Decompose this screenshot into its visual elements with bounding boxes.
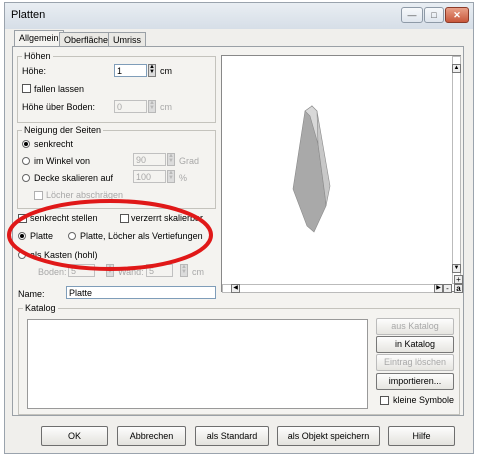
tab-allgemein[interactable]: Allgemein [14, 30, 64, 47]
preview-pane [221, 55, 461, 292]
name-input[interactable]: Platte [66, 286, 216, 299]
importieren-button[interactable]: importieren... [376, 373, 454, 390]
in-katalog-button[interactable]: in Katalog [376, 336, 454, 353]
decke-input[interactable]: 100 [133, 170, 166, 183]
close-button[interactable]: ✕ [445, 7, 469, 23]
hoehe-boden-input[interactable]: 0 [114, 100, 147, 113]
fallen-lassen-checkbox[interactable] [22, 84, 31, 93]
zoom-all-button[interactable]: a [454, 284, 463, 293]
ok-button[interactable]: OK [41, 426, 108, 446]
als-standard-button[interactable]: als Standard [195, 426, 269, 446]
kleine-symbole-label: kleine Symbole [393, 395, 455, 405]
hoehe-unit: cm [160, 66, 172, 76]
tab-umriss[interactable]: Umriss [108, 32, 146, 47]
hoehe-input[interactable]: 1 [114, 64, 147, 77]
hilfe-button[interactable]: Hilfe [388, 426, 455, 446]
fallen-lassen-label: fallen lassen [34, 84, 85, 94]
title-bar: Platten — □ ✕ [5, 3, 473, 29]
eintrag-loeschen-button[interactable]: Eintrag löschen [376, 354, 454, 371]
highlight-circle [7, 199, 213, 271]
senkrecht-radio[interactable] [22, 140, 30, 148]
senkrecht-label: senkrecht [34, 139, 74, 149]
im-winkel-label: im Winkel von [34, 156, 91, 166]
decke-spinner[interactable]: ▲ ▼ [167, 170, 175, 183]
hoehe-boden-label: Höhe über Boden: [22, 102, 96, 112]
tab-oberflaeche[interactable]: Oberfläche [59, 32, 114, 47]
decke-label: Decke skalieren auf [34, 173, 114, 183]
scroll-up-arrow[interactable]: ▲ [452, 64, 461, 73]
winkel-spinner[interactable]: ▲ ▼ [167, 153, 175, 166]
preview-vertical-scrollbar[interactable] [452, 56, 461, 284]
katalog-legend: Katalog [25, 303, 56, 313]
hoehe-boden-spinner[interactable]: ▲ ▼ [148, 100, 156, 113]
abbrechen-button[interactable]: Abbrechen [117, 426, 186, 446]
plate-shape-3d [292, 105, 331, 233]
scroll-left-arrow[interactable]: ◀ [231, 284, 240, 293]
maximize-button[interactable]: □ [424, 7, 444, 23]
minimize-button[interactable]: — [401, 7, 423, 23]
winkel-input[interactable]: 90 [133, 153, 166, 166]
hoehe-boden-unit: cm [160, 102, 172, 112]
zoom-in-button[interactable]: + [454, 275, 463, 284]
hoehe-label: Höhe: [22, 66, 47, 76]
decke-radio[interactable] [22, 174, 30, 182]
hoehen-legend: Höhen [24, 51, 51, 61]
kleine-symbole-checkbox[interactable] [380, 396, 389, 405]
preview-horizontal-scrollbar[interactable] [222, 284, 452, 293]
zoom-out-button[interactable]: - [443, 284, 452, 293]
winkel-unit: Grad [179, 156, 200, 166]
aus-katalog-button[interactable]: aus Katalog [376, 318, 454, 335]
katalog-list[interactable] [27, 319, 368, 409]
neigung-legend: Neigung der Seiten [24, 125, 102, 135]
im-winkel-radio[interactable] [22, 157, 30, 165]
decke-unit: % [179, 173, 188, 183]
name-label: Name: [18, 289, 45, 299]
hoehe-spinner[interactable]: ▲ ▼ [148, 64, 156, 77]
als-objekt-speichern-button[interactable]: als Objekt speichern [277, 426, 380, 446]
window-title: Platten [11, 9, 46, 21]
scroll-down-arrow[interactable]: ▼ [452, 264, 461, 273]
scroll-right-arrow[interactable]: ▶ [434, 284, 443, 293]
